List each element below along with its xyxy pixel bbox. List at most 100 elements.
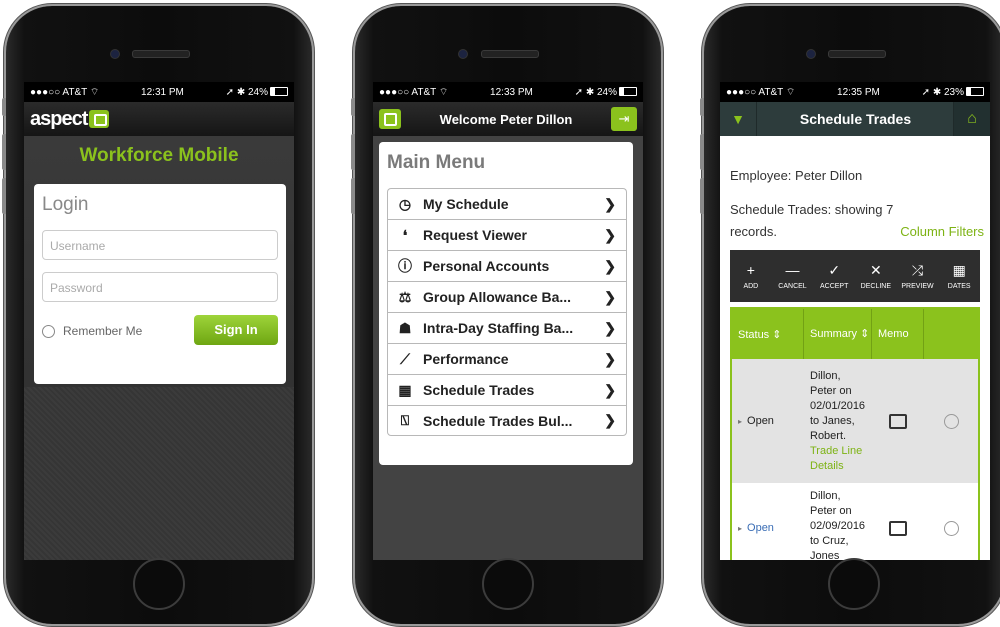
battery-icon xyxy=(966,87,984,97)
line-chart-icon: ⟋ xyxy=(400,350,410,367)
presentation-icon: ⍂ xyxy=(400,412,410,428)
filter-icon[interactable]: ▼ xyxy=(720,102,757,136)
info-icon: ⓘ xyxy=(398,258,412,274)
brand-bar: aspect xyxy=(24,102,294,136)
chevron-right-icon: ❯ xyxy=(604,412,616,428)
menu-item-label: Schedule Trades Bul... xyxy=(423,412,573,429)
trade-line-details-link[interactable]: Details xyxy=(810,459,844,474)
plus-icon: + xyxy=(746,262,755,278)
tool-label: ACCEPT xyxy=(819,283,849,290)
battery-text: ➚ ✱ 24% xyxy=(574,86,617,98)
menu-title: Main Menu xyxy=(387,152,486,173)
mute-switch xyxy=(700,98,704,116)
status-bar: ●●●○○ AT&T ⌔ 12:31 PM ➚ ✱ 24% xyxy=(24,82,294,102)
home-icon[interactable]: ⌂ xyxy=(953,102,990,136)
column-header-status[interactable]: Status ⇕ xyxy=(732,309,804,359)
trade-line-details-link[interactable]: Trade Line xyxy=(810,444,862,459)
records-summary: Schedule Trades: showing 7 xyxy=(730,202,894,217)
menu-item-my-schedule[interactable]: ◷ My Schedule ❯ xyxy=(387,188,627,219)
logout-icon[interactable]: ⇥ xyxy=(611,107,637,131)
menu-item-group-allowance[interactable]: ⚖ Group Allowance Ba... ❯ xyxy=(387,281,627,312)
carrier-signal: ●●●○○ AT&T ⌔ xyxy=(726,86,796,98)
menu-item-label: Performance xyxy=(423,351,509,367)
app-title: Workforce Mobile xyxy=(79,145,239,166)
row-radio[interactable] xyxy=(943,520,959,536)
menu-item-personal-accounts[interactable]: ⓘ Personal Accounts ❯ xyxy=(387,250,627,281)
mute-switch xyxy=(351,98,355,116)
volume-down-button xyxy=(351,178,355,214)
row-memo xyxy=(872,483,924,560)
memo-icon[interactable] xyxy=(889,520,907,536)
summary-line: to Cruz, xyxy=(810,535,849,547)
status-text: Open xyxy=(747,522,774,534)
summary-line: Robert. xyxy=(810,429,847,442)
menu-item-performance[interactable]: ⟋ Performance ❯ xyxy=(387,343,627,374)
page-header: ▼ Schedule Trades ⌂ xyxy=(720,102,990,136)
summary-line: Jones xyxy=(810,550,840,560)
battery-text: ➚ ✱ 24% xyxy=(225,86,268,98)
table-row[interactable]: ▸ Open Dillon, Peter on 02/01/2016 to Jan… xyxy=(732,359,978,483)
login-screen: ●●●○○ AT&T ⌔ 12:31 PM ➚ ✱ 24% aspect Wor… xyxy=(24,82,294,560)
remember-me-toggle[interactable]: Remember Me xyxy=(42,324,142,338)
logo-text: aspect xyxy=(30,107,88,130)
column-header-memo: Memo xyxy=(872,309,924,359)
menu-item-schedule-trades-bulletin[interactable]: ⍂ Schedule Trades Bul... ❯ xyxy=(387,405,627,436)
summary-line: 02/01/2016 xyxy=(810,399,866,412)
table-row[interactable]: ▸ Open Dillon, Peter on 02/09/2016 to Cru… xyxy=(732,483,978,560)
sign-in-button[interactable]: Sign In xyxy=(194,315,278,345)
cancel-button[interactable]: — CANCEL xyxy=(772,250,814,302)
clock-icon: ◷ xyxy=(398,195,412,212)
aspect-logo: aspect xyxy=(30,107,110,131)
status-bar: ●●●○○ AT&T ⌔ 12:33 PM ➚ ✱ 24% xyxy=(373,82,643,102)
employee-name: Employee: Peter Dillon xyxy=(730,168,863,183)
row-radio[interactable] xyxy=(943,413,959,429)
speaker-grille xyxy=(481,50,539,58)
chat-bubbles-icon: ❛ xyxy=(402,226,408,243)
menu-item-schedule-trades[interactable]: ▦ Schedule Trades ❯ xyxy=(387,374,627,405)
shuffle-icon: ⤮ xyxy=(911,262,924,278)
expand-arrow-icon[interactable]: ▸ xyxy=(738,524,742,533)
tool-label: DECLINE xyxy=(860,283,892,290)
accept-button[interactable]: ✓ ACCEPT xyxy=(813,250,855,302)
status-bar: ●●●○○ AT&T ⌔ 12:35 PM ➚ ✱ 23% xyxy=(720,82,990,102)
menu-item-label: Group Allowance Ba... xyxy=(423,289,572,305)
calendar-icon: ▦ xyxy=(952,262,966,278)
menu-list: ◷ My Schedule ❯ ❛ Request Viewer ❯ ⓘ Personal… xyxy=(387,188,627,436)
add-button[interactable]: + ADD xyxy=(730,250,772,302)
battery-icon xyxy=(619,87,637,97)
main-menu-screen: ●●●○○ AT&T ⌔ 12:33 PM ➚ ✱ 24% Welcome Pe… xyxy=(373,82,643,560)
menu-item-label: Schedule Trades xyxy=(423,382,535,398)
dates-button[interactable]: ▦ DATES xyxy=(938,250,980,302)
username-input[interactable]: Username xyxy=(42,230,278,260)
main-menu-card: Main Menu ◷ My Schedule ❯ ❛ Request Viewer ❯… xyxy=(379,142,633,465)
expand-arrow-icon[interactable]: ▸ xyxy=(738,417,742,426)
phone-main-menu: ●●●○○ AT&T ⌔ 12:33 PM ➚ ✱ 24% Welcome Pe… xyxy=(351,6,661,624)
clock: 12:35 PM xyxy=(837,86,880,98)
remember-me-label: Remember Me xyxy=(63,324,143,338)
volume-up-button xyxy=(700,134,704,170)
speaker-grille xyxy=(828,50,886,58)
column-header-summary[interactable]: Summary ⇕ xyxy=(804,309,872,359)
password-input[interactable]: Password xyxy=(42,272,278,302)
column-header-select xyxy=(924,309,978,359)
memo-icon[interactable] xyxy=(889,413,907,429)
volume-down-button xyxy=(700,178,704,214)
home-button xyxy=(828,558,880,610)
close-icon: ✕ xyxy=(869,262,882,278)
volume-up-button xyxy=(2,134,6,170)
chevron-right-icon: ❯ xyxy=(604,288,616,305)
people-icon: ☗ xyxy=(398,319,412,336)
column-filters-link[interactable]: Column Filters xyxy=(900,224,984,239)
app-logo-icon[interactable] xyxy=(379,109,401,129)
front-camera xyxy=(458,49,468,59)
menu-item-request-viewer[interactable]: ❛ Request Viewer ❯ xyxy=(387,219,627,250)
menu-item-intra-day-staffing[interactable]: ☗ Intra-Day Staffing Ba... ❯ xyxy=(387,312,627,343)
login-heading: Login xyxy=(42,194,89,215)
decline-button[interactable]: ✕ DECLINE xyxy=(855,250,897,302)
tool-label: DATES xyxy=(947,283,971,290)
front-camera xyxy=(806,49,816,59)
preview-button[interactable]: ⤮ PREVIEW xyxy=(897,250,939,302)
remember-me-checkbox[interactable] xyxy=(42,324,55,338)
chevron-right-icon: ❯ xyxy=(604,257,616,274)
background-texture xyxy=(24,387,294,560)
